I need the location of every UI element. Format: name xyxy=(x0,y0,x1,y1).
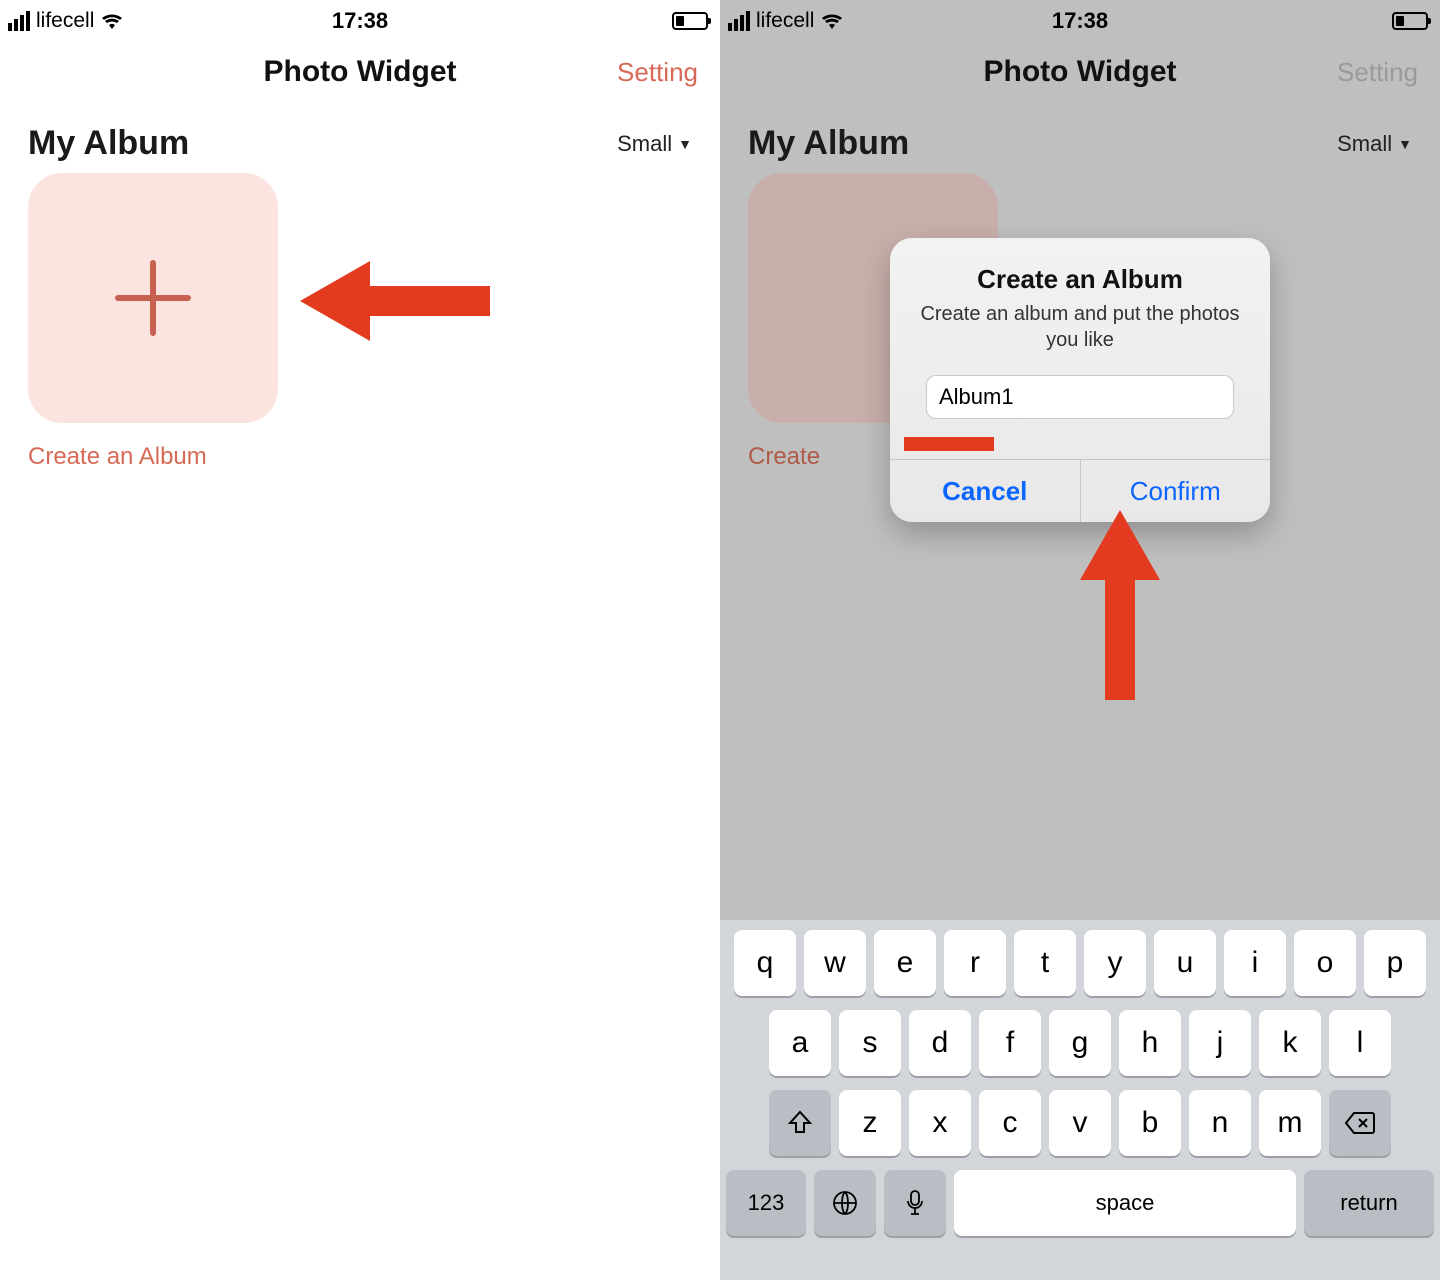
key-g[interactable]: g xyxy=(1049,1010,1111,1076)
keyboard-row: 123 space return xyxy=(726,1170,1434,1236)
size-select[interactable]: Small ▼ xyxy=(617,131,692,157)
create-album-tile[interactable] xyxy=(28,173,278,423)
key-a[interactable]: a xyxy=(769,1010,831,1076)
cancel-button[interactable]: Cancel xyxy=(890,460,1080,522)
key-f[interactable]: f xyxy=(979,1010,1041,1076)
key-u[interactable]: u xyxy=(1154,930,1216,996)
key-c[interactable]: c xyxy=(979,1090,1041,1156)
key-p[interactable]: p xyxy=(1364,930,1426,996)
page-title: Photo Widget xyxy=(263,55,456,89)
album-name-input[interactable] xyxy=(926,375,1234,419)
key-j[interactable]: j xyxy=(1189,1010,1251,1076)
signal-bars-icon xyxy=(8,11,30,31)
key-s[interactable]: s xyxy=(839,1010,901,1076)
shift-key[interactable] xyxy=(769,1090,831,1156)
key-y[interactable]: y xyxy=(1084,930,1146,996)
size-label: Small xyxy=(617,131,672,157)
key-z[interactable]: z xyxy=(839,1090,901,1156)
annotation-underline xyxy=(904,437,994,451)
backspace-key[interactable] xyxy=(1329,1090,1391,1156)
annotation-arrow-icon xyxy=(300,256,490,346)
key-m[interactable]: m xyxy=(1259,1090,1321,1156)
wifi-icon xyxy=(100,12,124,30)
clock: 17:38 xyxy=(332,8,388,34)
key-t[interactable]: t xyxy=(1014,930,1076,996)
screen-step1: lifecell 17:38 Photo Widget Setting My A… xyxy=(0,0,720,1280)
tile-caption: Create an Album xyxy=(28,443,692,471)
battery-icon xyxy=(672,12,708,30)
screen-step2: lifecell 17:38 Photo Widget Setting My A… xyxy=(720,0,1440,1280)
key-n[interactable]: n xyxy=(1189,1090,1251,1156)
key-o[interactable]: o xyxy=(1294,930,1356,996)
alert-title: Create an Album xyxy=(912,264,1248,295)
mic-key[interactable] xyxy=(884,1170,946,1236)
carrier-label: lifecell xyxy=(36,9,94,33)
numeric-key[interactable]: 123 xyxy=(726,1170,806,1236)
key-d[interactable]: d xyxy=(909,1010,971,1076)
chevron-down-icon: ▼ xyxy=(678,136,692,152)
return-key[interactable]: return xyxy=(1304,1170,1434,1236)
key-e[interactable]: e xyxy=(874,930,936,996)
space-key[interactable]: space xyxy=(954,1170,1296,1236)
key-q[interactable]: q xyxy=(734,930,796,996)
plus-icon xyxy=(108,253,198,343)
status-bar: lifecell 17:38 xyxy=(0,0,720,42)
key-w[interactable]: w xyxy=(804,930,866,996)
keyboard-row: a s d f g h j k l xyxy=(726,1010,1434,1076)
key-v[interactable]: v xyxy=(1049,1090,1111,1156)
key-h[interactable]: h xyxy=(1119,1010,1181,1076)
keyboard-row: z x c v b n m xyxy=(726,1090,1434,1156)
section-title: My Album xyxy=(28,124,189,163)
alert-message: Create an album and put the photos you l… xyxy=(912,301,1248,353)
keyboard-row: q w e r t y u i o p xyxy=(726,930,1434,996)
key-b[interactable]: b xyxy=(1119,1090,1181,1156)
navbar: Photo Widget Setting xyxy=(0,42,720,102)
globe-key[interactable] xyxy=(814,1170,876,1236)
key-r[interactable]: r xyxy=(944,930,1006,996)
annotation-arrow-icon xyxy=(1080,510,1160,700)
setting-button[interactable]: Setting xyxy=(617,57,698,88)
key-i[interactable]: i xyxy=(1224,930,1286,996)
keyboard: q w e r t y u i o p a s d f g h j k l xyxy=(720,920,1440,1280)
key-l[interactable]: l xyxy=(1329,1010,1391,1076)
create-album-alert: Create an Album Create an album and put … xyxy=(890,238,1270,522)
key-k[interactable]: k xyxy=(1259,1010,1321,1076)
key-x[interactable]: x xyxy=(909,1090,971,1156)
